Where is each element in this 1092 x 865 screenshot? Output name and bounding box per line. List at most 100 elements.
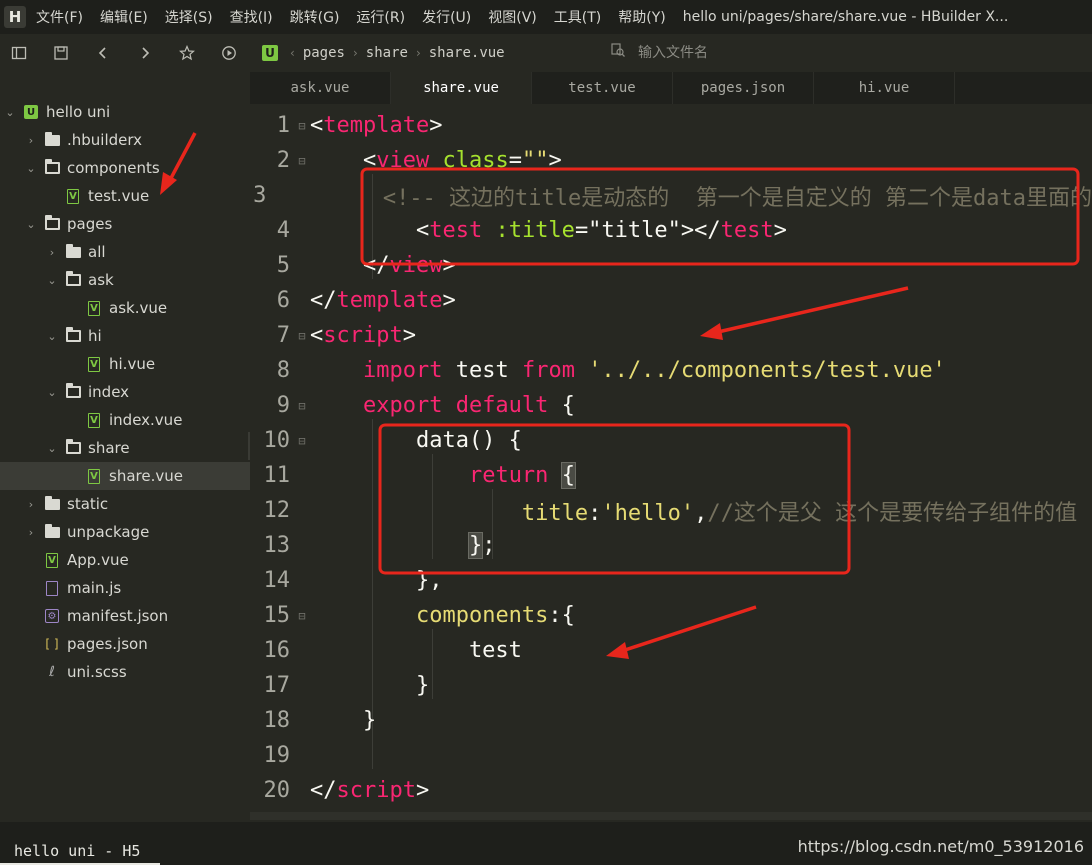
code-token: < bbox=[310, 148, 377, 173]
folder-open-icon bbox=[43, 159, 61, 174]
editor-tab[interactable]: ask.vue bbox=[250, 72, 391, 104]
code-line: 10 ⊟ data() { bbox=[250, 423, 1092, 458]
chevron-down-icon[interactable]: ⌄ bbox=[46, 330, 58, 343]
line-number: 19 bbox=[263, 743, 291, 768]
tree-item[interactable]: › unpackage bbox=[0, 518, 273, 546]
code-text: <template> bbox=[310, 113, 442, 138]
code-text: </view> bbox=[310, 253, 456, 278]
menu-item[interactable]: 视图(V) bbox=[488, 7, 537, 27]
code-token: test bbox=[442, 358, 522, 383]
file-search[interactable]: 输入文件名 bbox=[610, 42, 708, 62]
horizontal-scrollbar[interactable] bbox=[250, 812, 1092, 820]
chevron-right-icon[interactable]: › bbox=[25, 526, 37, 539]
chevron-down-icon[interactable]: ⌄ bbox=[46, 386, 58, 399]
editor-tab[interactable]: hi.vue bbox=[814, 72, 955, 104]
fold-toggle-icon[interactable]: ⊟ bbox=[294, 399, 310, 413]
tree-item[interactable]: V App.vue bbox=[0, 546, 273, 574]
tree-item[interactable]: › .hbuilderx bbox=[0, 126, 273, 154]
menu-item[interactable]: 选择(S) bbox=[165, 7, 213, 27]
file-search-input[interactable]: 输入文件名 bbox=[638, 42, 708, 62]
breadcrumb-separator: › bbox=[352, 46, 358, 60]
chevron-down-icon[interactable]: ⌄ bbox=[4, 106, 16, 119]
menu-item[interactable]: 工具(T) bbox=[554, 7, 601, 27]
editor-tab[interactable]: share.vue bbox=[391, 72, 532, 104]
vue-file-icon: V bbox=[85, 468, 103, 484]
chevron-down-icon[interactable]: ⌄ bbox=[25, 218, 37, 231]
editor-tab[interactable]: test.vue bbox=[532, 72, 673, 104]
code-line: 2 ⊟ <view class=""> bbox=[250, 143, 1092, 178]
tree-item-label: hello uni bbox=[46, 103, 111, 121]
tree-item[interactable]: ⌄ components bbox=[0, 154, 273, 182]
tree-item[interactable]: [ ] pages.json bbox=[0, 630, 273, 658]
star-icon[interactable] bbox=[176, 42, 198, 64]
line-number: 1 bbox=[276, 113, 290, 138]
fold-toggle-icon[interactable]: ⊟ bbox=[294, 329, 310, 343]
save-icon[interactable] bbox=[50, 42, 72, 64]
code-token: "></ bbox=[667, 218, 721, 243]
chevron-down-icon[interactable]: ⌄ bbox=[46, 442, 58, 455]
code-line: 8 import test from '../../components/tes… bbox=[250, 353, 1092, 388]
code-line: 6 </template> bbox=[250, 283, 1092, 318]
run-icon[interactable] bbox=[218, 42, 240, 64]
chevron-down-icon[interactable]: ⌄ bbox=[46, 274, 58, 287]
menu-item[interactable]: 编辑(E) bbox=[100, 7, 148, 27]
menu-item[interactable]: 查找(I) bbox=[230, 7, 273, 27]
folder-icon bbox=[43, 523, 61, 538]
code-text: components:{ bbox=[310, 603, 575, 628]
line-number: 6 bbox=[276, 288, 290, 313]
tree-item[interactable]: main.js bbox=[0, 574, 273, 602]
code-token: > bbox=[415, 778, 430, 803]
forward-icon[interactable] bbox=[134, 42, 156, 64]
menu-item[interactable]: 跳转(G) bbox=[290, 7, 340, 27]
menu-item[interactable]: 帮助(Y) bbox=[618, 7, 665, 27]
code-editor[interactable]: 1 ⊟ <template> 2 ⊟ <view class=""> 3 <!-- 这边的… bbox=[250, 104, 1092, 822]
tree-item[interactable]: ⌄ pages bbox=[0, 210, 273, 238]
run-target-label[interactable]: hello uni - H5 bbox=[14, 842, 140, 860]
back-icon[interactable] bbox=[92, 42, 114, 64]
tree-item-label: uni.scss bbox=[67, 663, 127, 681]
tree-item[interactable]: ℓ uni.scss bbox=[0, 658, 273, 686]
tree-item-label: test.vue bbox=[88, 187, 150, 205]
tree-item[interactable]: › static bbox=[0, 490, 273, 518]
tree-item-label: pages.json bbox=[67, 635, 148, 653]
menu-item[interactable]: 发行(U) bbox=[422, 7, 471, 27]
js-file-icon bbox=[43, 580, 61, 596]
line-number: 13 bbox=[263, 533, 291, 558]
scss-file-icon: ℓ bbox=[49, 664, 55, 680]
code-token: }, bbox=[310, 568, 443, 593]
code-token: > bbox=[548, 148, 562, 173]
code-line: 17 } bbox=[250, 668, 1092, 703]
code-text: </script> bbox=[310, 778, 429, 803]
menu-item[interactable]: 文件(F) bbox=[36, 7, 83, 27]
code-line: 20 </script> bbox=[250, 773, 1092, 808]
code-text: }; bbox=[310, 532, 495, 559]
code-token: </ bbox=[310, 253, 390, 278]
code-token: test bbox=[429, 218, 483, 243]
code-text: } bbox=[310, 673, 429, 698]
chevron-right-icon[interactable]: › bbox=[25, 134, 37, 147]
fold-toggle-icon[interactable]: ⊟ bbox=[294, 434, 310, 448]
fold-toggle-icon[interactable]: ⊟ bbox=[294, 154, 310, 168]
breadcrumb-item-pages[interactable]: pages bbox=[303, 45, 345, 61]
chevron-right-icon[interactable]: › bbox=[25, 498, 37, 511]
chevron-down-icon[interactable]: ⌄ bbox=[25, 162, 37, 175]
fold-toggle-icon[interactable]: ⊟ bbox=[294, 119, 310, 133]
file-search-icon bbox=[610, 42, 626, 62]
code-line: 3 <!-- 这边的title是动态的 第一个是自定义的 第二个是data里面的 bbox=[250, 178, 1092, 213]
chevron-right-icon[interactable]: › bbox=[46, 246, 58, 259]
code-token: { bbox=[548, 393, 575, 418]
breadcrumb-item-share[interactable]: share bbox=[366, 45, 408, 61]
fold-toggle-icon[interactable]: ⊟ bbox=[294, 609, 310, 623]
sidebar-toggle-icon[interactable] bbox=[8, 42, 30, 64]
code-token: </ bbox=[310, 778, 337, 803]
folder-icon bbox=[43, 495, 61, 510]
menu-item[interactable]: 运行(R) bbox=[356, 7, 405, 27]
status-bar: hello uni - H5 https://blog.csdn.net/m0_… bbox=[0, 822, 1092, 865]
tree-item[interactable]: ⚙ manifest.json bbox=[0, 602, 273, 630]
breadcrumb-item-file[interactable]: share.vue bbox=[429, 45, 505, 61]
editor-tab[interactable]: pages.json bbox=[673, 72, 814, 104]
code-line: 12 title:'hello',//这个是父 这个是要传给子组件的值 bbox=[250, 493, 1092, 528]
tree-item[interactable]: ⌄ Uhello uni bbox=[0, 98, 252, 126]
